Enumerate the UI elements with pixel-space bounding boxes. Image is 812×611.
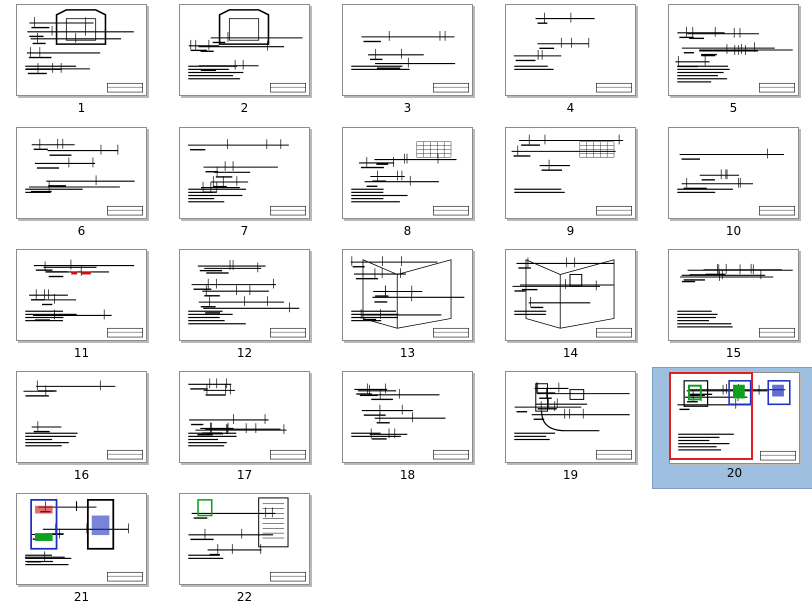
- page-thumbnail-21[interactable]: 21: [0, 489, 163, 611]
- page-thumbnail-1[interactable]: 1: [0, 0, 163, 122]
- page-thumbnail-12[interactable]: 12: [163, 245, 326, 367]
- page-preview-image: [342, 371, 473, 463]
- page-number-label: 12: [236, 346, 253, 360]
- page-number-label: 16: [73, 468, 90, 482]
- page-preview-image: [505, 249, 636, 341]
- page-number-label: 5: [729, 101, 738, 115]
- page-number-label: 9: [566, 224, 575, 238]
- page-thumbnail-17[interactable]: 17: [163, 367, 326, 489]
- page-thumbnail-16[interactable]: 16: [0, 367, 163, 489]
- page-preview-image: [668, 4, 799, 96]
- page-preview-image: [179, 127, 310, 219]
- page-number-label: 15: [725, 346, 742, 360]
- page-preview-image: [505, 127, 636, 219]
- page-thumbnail-5[interactable]: 5: [652, 0, 812, 122]
- page-preview-image: [668, 249, 799, 341]
- page-preview-image: [669, 372, 800, 464]
- page-preview-image: [668, 127, 799, 219]
- page-preview-image: [179, 371, 310, 463]
- page-number-label: 1: [77, 101, 86, 115]
- page-preview-image: [179, 249, 310, 341]
- page-preview-image: [342, 4, 473, 96]
- page-thumbnail-3[interactable]: 3: [326, 0, 489, 122]
- page-number-label: 18: [399, 468, 416, 482]
- page-preview-image: [179, 493, 310, 585]
- page-thumbnail-11[interactable]: 11: [0, 245, 163, 367]
- page-number-label: 2: [240, 101, 249, 115]
- page-thumbnail-2[interactable]: 2: [163, 0, 326, 122]
- page-preview-image: [16, 249, 147, 341]
- page-thumbnail-4[interactable]: 4: [489, 0, 652, 122]
- page-number-label: 7: [240, 224, 249, 238]
- page-number-label: 21: [73, 590, 90, 604]
- page-thumbnail-14[interactable]: 14: [489, 245, 652, 367]
- page-thumbnail-15[interactable]: 15: [652, 245, 812, 367]
- page-thumbnail-22[interactable]: 22: [163, 489, 326, 611]
- page-number-label: 3: [403, 101, 412, 115]
- page-number-label: 8: [403, 224, 412, 238]
- page-number-label: 4: [566, 101, 575, 115]
- page-preview-image: [16, 493, 147, 585]
- page-preview-image: [505, 371, 636, 463]
- page-thumbnail-18[interactable]: 18: [326, 367, 489, 489]
- page-preview-image: [179, 4, 310, 96]
- page-thumbnail-20[interactable]: 20: [652, 367, 812, 489]
- page-number-label: 22: [236, 590, 253, 604]
- page-preview-image: [505, 4, 636, 96]
- page-thumbnail-10[interactable]: 10: [652, 123, 812, 245]
- page-number-label: 19: [562, 468, 579, 482]
- page-preview-image: [16, 371, 147, 463]
- page-thumbnail-9[interactable]: 9: [489, 123, 652, 245]
- page-number-label: 17: [236, 468, 253, 482]
- page-number-label: 11: [73, 346, 90, 360]
- page-preview-image: [342, 127, 473, 219]
- page-number-label: 6: [77, 224, 86, 238]
- page-preview-image: [342, 249, 473, 341]
- page-thumbnail-7[interactable]: 7: [163, 123, 326, 245]
- page-number-label: 14: [562, 346, 579, 360]
- page-number-label: 20: [726, 466, 743, 480]
- page-preview-image: [16, 127, 147, 219]
- page-number-label: 10: [725, 224, 742, 238]
- page-thumbnail-13[interactable]: 13: [326, 245, 489, 367]
- page-preview-image: [16, 4, 147, 96]
- page-number-label: 13: [399, 346, 416, 360]
- page-thumbnail-6[interactable]: 6: [0, 123, 163, 245]
- page-thumbnail-19[interactable]: 19: [489, 367, 652, 489]
- page-thumbnail-8[interactable]: 8: [326, 123, 489, 245]
